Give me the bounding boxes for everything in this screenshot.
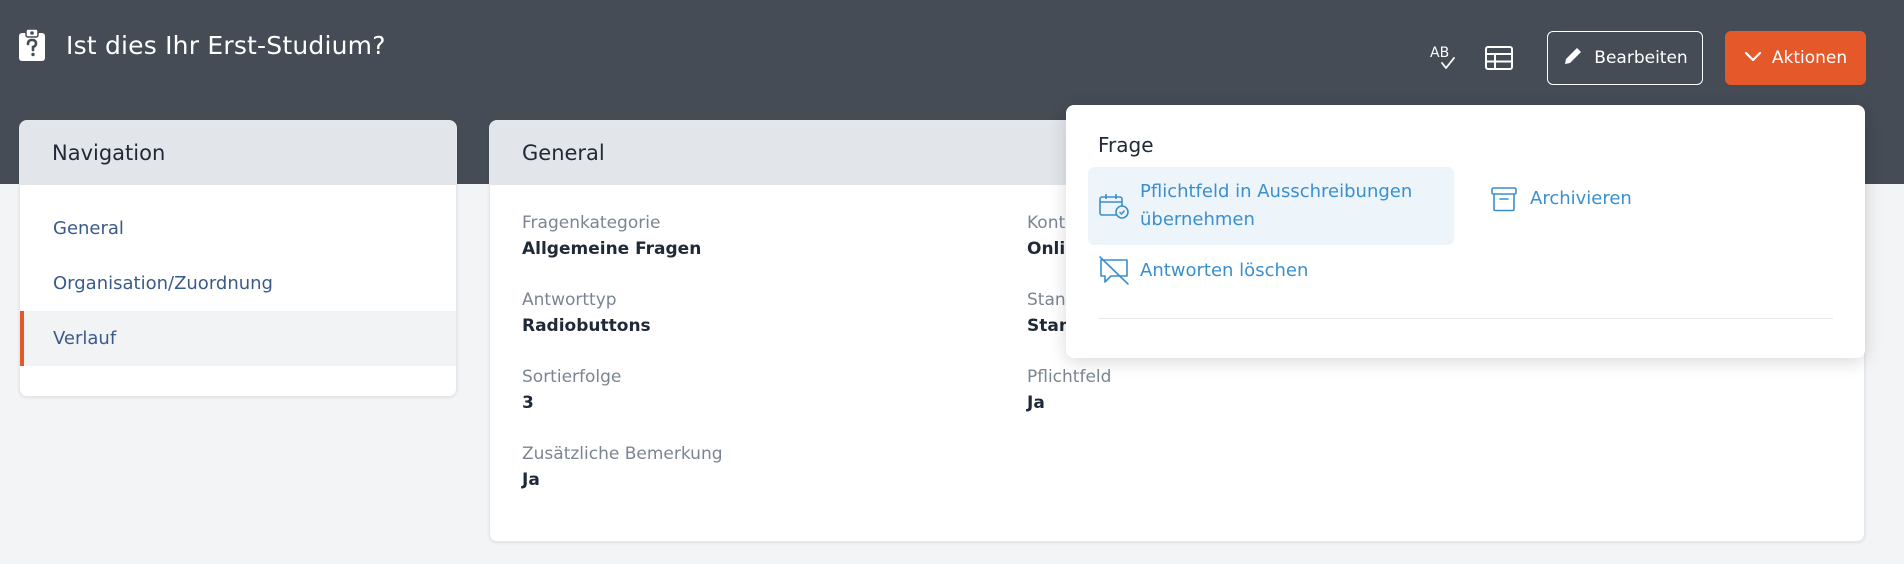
comment-slash-icon (1096, 255, 1132, 287)
actions-dropdown: Frage Pflichtfeld in Ausschreibungen übe… (1066, 105, 1865, 358)
field-label: Fragenkategorie (522, 213, 661, 233)
clipboard-question-icon (18, 28, 46, 62)
field-fragenkategorie: Fragenkategorie Allgemeine Fragen (522, 213, 701, 259)
field-label: Sortierfolge (522, 367, 622, 387)
navigation-list: General Organisation/Zuordnung Verlauf (20, 185, 456, 366)
field-label: Antworttyp (522, 290, 617, 310)
edit-button[interactable]: Bearbeiten (1547, 31, 1703, 85)
field-value: Stan (1027, 316, 1071, 336)
table-icon[interactable] (1482, 41, 1516, 75)
spellcheck-icon[interactable]: AB (1426, 41, 1460, 75)
field-value: Ja (522, 470, 540, 490)
menu-item-label: Archivieren (1530, 188, 1632, 209)
field-standard: Stan Stan (1027, 290, 1071, 336)
svg-text:AB: AB (1430, 45, 1449, 61)
field-label: Pflichtfeld (1027, 367, 1112, 387)
menu-item-label: Pflichtfeld in Ausschreibungen übernehme… (1140, 181, 1413, 230)
dropdown-divider (1098, 318, 1833, 319)
field-antworttyp: Antworttyp Radiobuttons (522, 290, 651, 336)
field-sortierfolge: Sortierfolge 3 (522, 367, 621, 413)
nav-item-verlauf[interactable]: Verlauf (20, 311, 456, 366)
nav-item-organisation[interactable]: Organisation/Zuordnung (20, 256, 456, 311)
field-value: Radiobuttons (522, 316, 651, 336)
field-zusaetzliche-bemerkung: Zusätzliche Bemerkung Ja (522, 444, 723, 490)
page-title: Ist dies Ihr Erst-Studium? (66, 30, 386, 60)
field-value: 3 (522, 393, 534, 413)
title-area: Ist dies Ihr Erst-Studium? (18, 28, 386, 62)
dropdown-section-title: Frage (1098, 133, 1154, 157)
field-value: Ja (1027, 393, 1045, 413)
edit-button-label: Bearbeiten (1594, 48, 1688, 68)
field-label: Zusätzliche Bemerkung (522, 444, 723, 464)
pencil-icon (1562, 45, 1584, 72)
field-value: Allgemeine Fragen (522, 239, 702, 259)
field-label: Stan (1027, 290, 1066, 310)
chevron-down-icon (1744, 48, 1762, 68)
menu-item-label: Antworten löschen (1140, 260, 1309, 281)
navigation-card: Navigation General Organisation/Zuordnun… (19, 120, 457, 397)
calendar-check-icon (1096, 192, 1132, 220)
nav-item-general[interactable]: General (20, 201, 456, 256)
menu-item-pflichtfeld-uebernehmen[interactable]: Pflichtfeld in Ausschreibungen übernehme… (1088, 167, 1454, 245)
archive-icon (1486, 185, 1522, 213)
field-pflichtfeld: Pflichtfeld Ja (1027, 367, 1111, 413)
menu-item-antworten-loeschen[interactable]: Antworten löschen (1096, 251, 1308, 291)
actions-button[interactable]: Aktionen (1725, 31, 1866, 85)
menu-item-archivieren[interactable]: Archivieren (1484, 179, 1632, 219)
actions-button-label: Aktionen (1771, 48, 1848, 68)
navigation-title: Navigation (20, 121, 456, 185)
